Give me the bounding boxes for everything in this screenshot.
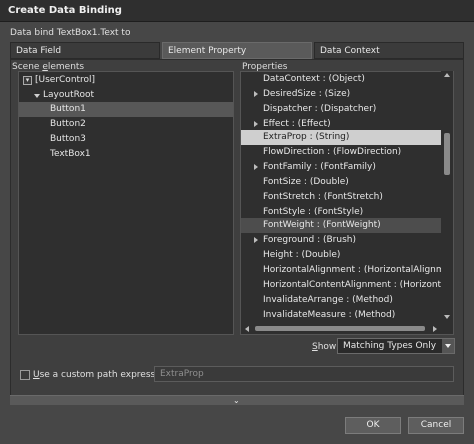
custom-path-input[interactable]: ExtraProp bbox=[154, 366, 454, 382]
expand-arrow-icon[interactable] bbox=[254, 121, 258, 127]
property-row-hover[interactable]: FontWeight : (FontWeight) bbox=[241, 218, 441, 233]
binding-target-text: Data bind TextBox1.Text to bbox=[10, 28, 131, 38]
custom-path-placeholder: ExtraProp bbox=[160, 369, 204, 379]
cancel-button[interactable]: Cancel bbox=[408, 417, 464, 434]
property-row[interactable]: DesiredSize : (Size) bbox=[241, 87, 441, 102]
property-row[interactable]: DataContext : (Object) bbox=[241, 72, 441, 87]
scroll-up-icon[interactable] bbox=[444, 73, 450, 77]
scroll-left-icon[interactable] bbox=[245, 326, 249, 332]
property-row-selected[interactable]: ExtraProp : (String) bbox=[241, 130, 441, 145]
advanced-options-expander[interactable]: ⌄ bbox=[10, 395, 464, 405]
tab-strip: Data Field Element Property Data Context bbox=[10, 42, 464, 59]
property-row[interactable]: InvalidateArrange : (Method) bbox=[241, 293, 441, 308]
property-row[interactable]: Foreground : (Brush) bbox=[241, 233, 441, 248]
tab-element-property[interactable]: Element Property bbox=[162, 42, 312, 59]
properties-horizontal-scrollbar[interactable] bbox=[241, 323, 441, 334]
show-filter-label: Show bbox=[312, 342, 337, 352]
window-title: Create Data Binding bbox=[8, 5, 122, 16]
custom-path-checkbox[interactable] bbox=[20, 370, 30, 380]
chevron-down-icon bbox=[445, 344, 451, 348]
dropdown-button[interactable] bbox=[442, 339, 454, 353]
property-row[interactable]: Dispatcher : (Dispatcher) bbox=[241, 102, 441, 117]
property-row[interactable]: Height : (Double) bbox=[241, 248, 441, 263]
expand-arrow-icon[interactable] bbox=[254, 237, 258, 243]
ok-button[interactable]: OK bbox=[345, 417, 401, 434]
properties-list[interactable]: DataContext : (Object) DesiredSize : (Si… bbox=[240, 71, 454, 335]
collapse-icon[interactable]: ▾ bbox=[23, 76, 32, 85]
property-row[interactable]: FlowDirection : (FlowDirection) bbox=[241, 145, 441, 160]
scroll-thumb[interactable] bbox=[444, 133, 450, 175]
expanded-arrow-icon[interactable] bbox=[34, 94, 40, 98]
show-filter-select[interactable]: Matching Types Only bbox=[337, 338, 455, 354]
tab-data-context[interactable]: Data Context bbox=[314, 42, 464, 59]
property-row[interactable]: HorizontalContentAlignment : (Horizontal… bbox=[241, 278, 441, 293]
show-filter-value: Matching Types Only bbox=[343, 341, 437, 351]
scene-elements-tree[interactable]: ▾ [UserControl] LayoutRoot Button1 Butto… bbox=[18, 71, 234, 335]
property-row[interactable]: FontFamily : (FontFamily) bbox=[241, 160, 441, 175]
expand-arrow-icon[interactable] bbox=[254, 164, 258, 170]
custom-path-label: Use a custom path expression bbox=[33, 370, 169, 380]
tree-item-button1[interactable]: Button1 bbox=[19, 102, 233, 117]
scroll-down-icon[interactable] bbox=[444, 315, 450, 319]
tab-data-field[interactable]: Data Field bbox=[10, 42, 160, 59]
property-row[interactable]: HorizontalAlignment : (HorizontalAlignme… bbox=[241, 263, 441, 278]
scroll-thumb[interactable] bbox=[255, 326, 425, 331]
property-row[interactable]: InvalidateMeasure : (Method) bbox=[241, 308, 441, 323]
expand-arrow-icon[interactable] bbox=[254, 91, 258, 97]
property-row[interactable]: FontSize : (Double) bbox=[241, 175, 441, 190]
title-bar: Create Data Binding bbox=[0, 0, 474, 22]
properties-vertical-scrollbar[interactable] bbox=[441, 71, 453, 323]
property-row[interactable]: FontStretch : (FontStretch) bbox=[241, 190, 441, 205]
scroll-right-icon[interactable] bbox=[433, 326, 437, 332]
chevron-down-icon: ⌄ bbox=[233, 396, 240, 405]
